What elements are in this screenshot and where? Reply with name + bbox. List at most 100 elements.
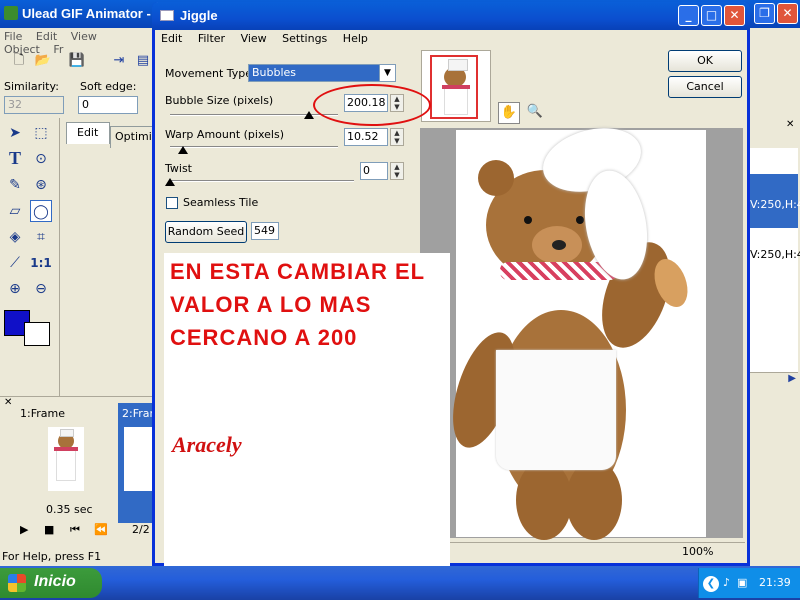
- seamless-tile-label: Seamless Tile: [183, 196, 259, 209]
- close-icon[interactable]: ✕: [786, 119, 794, 130]
- cancel-button[interactable]: Cancel: [668, 76, 742, 98]
- chevron-down-icon[interactable]: ▼: [379, 65, 395, 81]
- horizontal-scrollbar[interactable]: ▶: [750, 372, 798, 388]
- minimize-icon[interactable]: _: [678, 5, 699, 26]
- bear-ear: [478, 160, 514, 196]
- pointer-icon[interactable]: ➤: [4, 122, 26, 144]
- play-icon[interactable]: ▶: [20, 523, 28, 536]
- zoom-tool-icon[interactable]: 🔍: [524, 102, 546, 124]
- warp-amount-spinner[interactable]: ▲ ▼: [390, 128, 404, 146]
- app-icon: [4, 6, 18, 20]
- list-item[interactable]: V:250,H:4: [750, 248, 800, 270]
- preview-thumbnail-frame[interactable]: [430, 55, 478, 119]
- similarity-label: Similarity:: [4, 80, 59, 93]
- annotation-signature: Aracely: [172, 432, 242, 457]
- warp-amount-slider-track[interactable]: [170, 146, 338, 148]
- close-icon[interactable]: ✕: [724, 5, 745, 26]
- warp-amount-input[interactable]: 10.52: [344, 128, 388, 146]
- status-bar: For Help, press F1: [0, 548, 160, 566]
- menu-help[interactable]: Help: [343, 32, 368, 45]
- frame-thumbnail[interactable]: 1:Frame 0.35 sec: [16, 403, 111, 523]
- random-seed-button[interactable]: Random Seed: [165, 221, 247, 243]
- bear-nose: [552, 240, 566, 250]
- menu-edit[interactable]: Edit: [161, 32, 182, 45]
- warp-amount-label: Warp Amount (pixels): [165, 128, 284, 141]
- eraser-icon[interactable]: ▱: [4, 200, 26, 222]
- list-item[interactable]: V:250,H:4: [750, 174, 800, 228]
- eyedropper-icon[interactable]: ⟋: [4, 252, 26, 274]
- scroll-right-icon[interactable]: ▶: [788, 373, 796, 384]
- menu-settings[interactable]: Settings: [282, 32, 327, 45]
- soft-edge-label: Soft edge:: [80, 80, 137, 93]
- first-frame-icon[interactable]: ⏮: [70, 523, 80, 537]
- ok-button[interactable]: OK: [668, 50, 742, 72]
- menu-edit[interactable]: Edit: [36, 30, 57, 43]
- editor-area: [62, 118, 162, 396]
- frame-delay: 0.35 sec: [46, 503, 93, 516]
- twist-spinner[interactable]: ▲ ▼: [390, 162, 404, 180]
- tool-panel: ➤ ⬚ T ⊙ ✎ ⊛ ▱ ◯ ◈ ⌗ ⟋ 1:1 ⊕ ⊖: [0, 118, 60, 398]
- save-icon[interactable]: 💾: [68, 52, 86, 70]
- dialog-window-controls: _ □ ✕: [676, 5, 745, 26]
- restore-icon[interactable]: ❐: [754, 3, 775, 24]
- movement-type-label: Movement Type:: [165, 67, 256, 80]
- twist-slider-track[interactable]: [170, 180, 354, 182]
- tool-properties: Similarity: 32 Soft edge: 0: [0, 76, 160, 116]
- stop-icon[interactable]: ■: [44, 523, 54, 536]
- system-tray: ❮ ♪ ▣ 21:39: [698, 568, 800, 598]
- dialog-menu-bar: Edit Filter View Settings Help: [155, 30, 747, 48]
- previous-frame-icon[interactable]: ⏪: [94, 523, 108, 536]
- frame-image: [48, 427, 84, 491]
- playback-controls: ▶ ■ ⏮ ⏪ 2/2: [0, 519, 160, 545]
- zoom-out-icon[interactable]: ⊖: [30, 278, 52, 300]
- twist-slider-thumb[interactable]: [165, 178, 175, 186]
- background-color-swatch[interactable]: [24, 322, 50, 346]
- zoom-in-icon[interactable]: ⊕: [4, 278, 26, 300]
- bear-right-leg: [566, 460, 622, 540]
- network-icon[interactable]: ▣: [737, 576, 747, 589]
- marquee-icon[interactable]: ⬚: [30, 122, 52, 144]
- close-icon[interactable]: ✕: [4, 397, 12, 408]
- brush-icon[interactable]: ✎: [4, 174, 26, 196]
- soft-edge-input[interactable]: 0: [78, 96, 138, 114]
- export-icon[interactable]: ▤: [134, 52, 152, 70]
- twist-input[interactable]: 0: [360, 162, 388, 180]
- movement-type-select[interactable]: Bubbles ▼: [248, 64, 396, 82]
- actual-size-icon[interactable]: 1:1: [30, 252, 52, 274]
- hand-tool-icon[interactable]: ✋: [498, 102, 520, 124]
- twist-label: Twist: [165, 162, 192, 175]
- menu-filter[interactable]: Filter: [198, 32, 225, 45]
- close-icon[interactable]: ✕: [777, 3, 798, 24]
- open-folder-icon[interactable]: 📂: [34, 52, 52, 70]
- bear-left-leg: [516, 460, 572, 540]
- ellipse-select-icon[interactable]: ◯: [30, 200, 52, 222]
- frame-counter: 2/2: [132, 523, 150, 536]
- transform-icon[interactable]: ⊙: [30, 148, 52, 170]
- volume-icon[interactable]: ♪: [723, 576, 730, 589]
- tab-edit[interactable]: Edit: [66, 122, 110, 144]
- windows-logo-icon: [8, 574, 26, 592]
- bubble-size-label: Bubble Size (pixels): [165, 94, 274, 107]
- menu-file[interactable]: File: [4, 30, 22, 43]
- frame-label: 1:Frame: [20, 407, 65, 420]
- list-item-text: V:250,H:4: [750, 198, 800, 211]
- warp-amount-slider-thumb[interactable]: [178, 146, 188, 154]
- app-menu-bar: File Edit View Object Fr: [0, 28, 160, 56]
- teddy-bear-preview-image: [440, 118, 706, 540]
- menu-view[interactable]: View: [241, 32, 267, 45]
- clock: 21:39: [759, 576, 791, 589]
- seamless-tile-checkbox[interactable]: [166, 197, 178, 209]
- lasso-icon[interactable]: ⊛: [30, 174, 52, 196]
- menu-view[interactable]: View: [71, 30, 97, 43]
- random-seed-input[interactable]: 549: [251, 222, 279, 240]
- import-icon[interactable]: ⇥: [110, 52, 128, 70]
- crop-icon[interactable]: ⌗: [30, 226, 52, 248]
- fill-bucket-icon[interactable]: ◈: [4, 226, 26, 248]
- similarity-input[interactable]: 32: [4, 96, 64, 114]
- new-file-icon[interactable]: 🗋: [10, 52, 28, 70]
- chevron-left-icon[interactable]: ❮: [703, 576, 719, 592]
- bubble-size-slider-thumb[interactable]: [304, 111, 314, 119]
- text-tool-icon[interactable]: T: [4, 148, 26, 170]
- maximize-icon[interactable]: □: [701, 5, 722, 26]
- bear-apron: [496, 350, 616, 470]
